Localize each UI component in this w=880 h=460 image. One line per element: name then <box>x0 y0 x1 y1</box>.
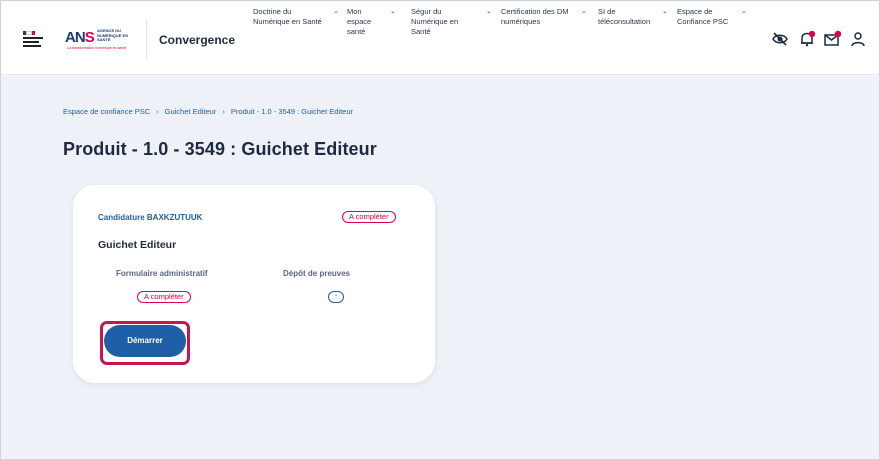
ans-logo-text: AGENCE DU NUMÉRIQUE EN SANTÉ <box>97 28 129 42</box>
bell-icon[interactable] <box>798 30 816 48</box>
admin-status-badge: A compléter <box>137 291 191 303</box>
app-name[interactable]: Convergence <box>159 33 235 47</box>
chevron-down-icon: ⌄ <box>486 8 492 15</box>
nav-mon-espace-sante[interactable]: Mon espace santé ⌄ <box>347 7 396 37</box>
breadcrumb-item-espace-confiance[interactable]: Espace de confiance PSC <box>63 107 150 116</box>
proofs-status-badge: - <box>328 291 344 303</box>
candidature-title[interactable]: Candidature BAXKZUTUUK <box>98 213 202 222</box>
chevron-down-icon: ⌄ <box>390 8 396 15</box>
breadcrumb-separator: › <box>156 107 159 116</box>
eye-off-icon[interactable] <box>771 30 789 48</box>
admin-form-heading: Formulaire administratif <box>116 269 208 278</box>
start-button[interactable]: Démarrer <box>104 325 186 357</box>
proofs-heading: Dépôt de preuves <box>283 269 351 278</box>
breadcrumb-item-guichet-editeur[interactable]: Guichet Editeur <box>165 107 217 116</box>
breadcrumb: Espace de confiance PSC › Guichet Editeu… <box>63 107 353 116</box>
chevron-down-icon: ⌄ <box>333 8 339 15</box>
chevron-down-icon: ⌄ <box>581 8 587 15</box>
nav-certification-dm[interactable]: Certification des DM numériques ⌄ <box>501 7 587 27</box>
header-divider <box>146 19 147 59</box>
nav-espace-confiance-psc[interactable]: Espace de Confiance PSC ⌄ <box>677 7 747 27</box>
ans-logo[interactable]: ANS AGENCE DU NUMÉRIQUE EN SANTÉ La tran… <box>65 27 135 53</box>
mail-icon[interactable] <box>823 30 841 48</box>
republique-logo <box>23 31 45 51</box>
top-header: ANS AGENCE DU NUMÉRIQUE EN SANTÉ La tran… <box>1 1 879 75</box>
candidature-card: Candidature BAXKZUTUUK A compléter Guich… <box>73 185 435 383</box>
nav-segur[interactable]: Ségur du Numérique en Santé ⌄ <box>411 7 492 37</box>
chevron-down-icon: ⌄ <box>741 8 747 15</box>
user-icon[interactable] <box>849 30 867 48</box>
page-title: Produit - 1.0 - 3549 : Guichet Editeur <box>63 139 377 159</box>
breadcrumb-separator: › <box>222 107 225 116</box>
ans-logo-tagline: La transformation numérique en santé <box>67 46 127 50</box>
nav-doctrine[interactable]: Doctrine du Numérique en Santé ⌄ <box>253 7 339 27</box>
status-badge: A compléter <box>342 211 396 223</box>
card-title: Guichet Editeur <box>98 239 177 251</box>
nav-si-teleconsultation[interactable]: SI de téléconsultation ⌄ <box>598 7 668 27</box>
breadcrumb-item-current: Produit - 1.0 - 3549 : Guichet Editeur <box>230 107 353 116</box>
header-icons <box>771 30 871 50</box>
chevron-down-icon: ⌄ <box>662 8 668 15</box>
